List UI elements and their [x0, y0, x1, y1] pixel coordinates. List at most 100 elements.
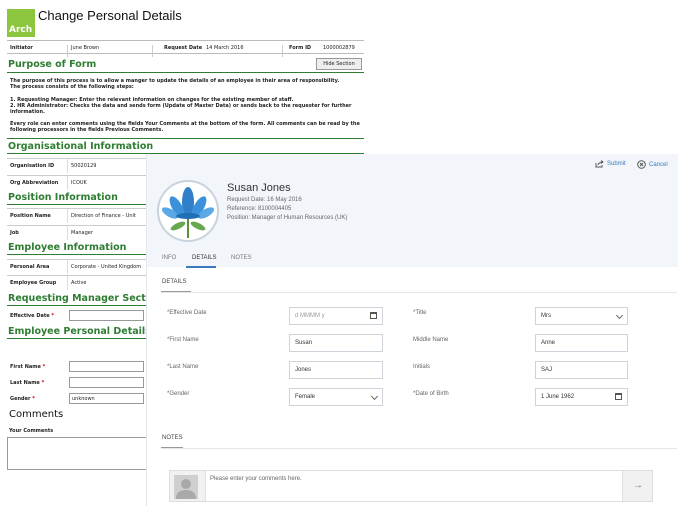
header-divider — [67, 45, 68, 57]
last-name-label: *Last Name — [167, 364, 198, 370]
requesting-manager-title: Requesting Manager Section — [8, 293, 163, 304]
org-id-label: Organisation ID — [10, 163, 55, 169]
row-divider — [67, 209, 68, 223]
request-date-label: Request Date — [164, 45, 203, 51]
gender-select-legacy[interactable]: unknown — [69, 393, 144, 404]
gender-label-text: Gender — [10, 396, 31, 402]
tab-info[interactable]: INFO — [162, 255, 176, 261]
title-label-text: Title — [415, 310, 427, 316]
employee-group-row: Employee Group Active — [7, 275, 147, 290]
initiator-value: June Brown — [71, 45, 100, 51]
request-date-value: 14 March 2016 — [206, 45, 244, 51]
comments-title: Comments — [9, 409, 64, 420]
your-comments-label: Your Comments — [9, 428, 54, 434]
dob-label: *Date of Birth — [413, 391, 449, 397]
section-rule — [7, 138, 364, 139]
first-name-input-legacy[interactable] — [69, 361, 144, 372]
org-id-value: 50020129 — [71, 163, 97, 169]
required-mark: * — [41, 380, 45, 386]
header-divider — [282, 45, 283, 57]
initiator-label: Initiator — [10, 45, 33, 51]
employee-info-title: Employee Information — [8, 242, 127, 253]
section-rule — [161, 448, 677, 449]
personal-area-row: Personal Area Corporate - United Kingdom — [7, 259, 147, 274]
tab-details[interactable]: DETAILS — [192, 255, 217, 261]
position-name-value: Direction of Finance - Unit — [71, 213, 136, 219]
required-mark: * — [32, 396, 35, 402]
employee-name: Susan Jones — [227, 182, 291, 194]
cancel-label: Cancel — [649, 161, 668, 168]
last-name-label-text: Last Name — [10, 380, 40, 386]
gender-label-text: Gender — [169, 391, 190, 397]
first-name-input[interactable]: Susan — [289, 334, 383, 352]
employee-group-value: Active — [71, 280, 87, 286]
arch-logo: Arch — [7, 9, 35, 37]
calendar-icon[interactable] — [615, 393, 622, 400]
gender-value: Female — [295, 394, 316, 400]
user-avatar-icon — [174, 475, 198, 499]
position: Position: Manager of Human Resources (UK… — [227, 215, 348, 221]
your-comments-textarea[interactable] — [7, 437, 147, 470]
job-label: Job — [10, 230, 19, 236]
request-date: Request Date: 16 May 2016 — [227, 197, 302, 203]
first-name-label-text: First Name — [10, 364, 41, 370]
avatar — [157, 180, 219, 242]
row-divider — [67, 276, 68, 290]
position-name-row: Position Name Direction of Finance - Uni… — [7, 208, 147, 223]
last-name-input[interactable]: Jones — [289, 361, 383, 379]
purpose-title: Purpose of Form — [8, 59, 97, 70]
org-abbr-row: Org Abbreviation ICOUK — [7, 175, 147, 190]
required-mark: * — [42, 364, 46, 370]
initials-input[interactable]: SAJ — [535, 361, 628, 379]
org-title: Organisational Information — [8, 141, 154, 152]
tab-notes[interactable]: NOTES — [231, 255, 252, 261]
org-abbr-value: ICOUK — [71, 180, 87, 186]
section-rule — [161, 292, 677, 293]
calendar-icon[interactable] — [370, 312, 377, 319]
submit-label: Submit — [607, 161, 626, 167]
last-name-label-legacy: Last Name * — [10, 380, 44, 386]
active-tab-indicator — [186, 266, 216, 268]
send-arrow-icon[interactable]: → — [628, 479, 648, 493]
title-label: *Title — [413, 310, 426, 316]
effective-date-label-text: Effective Date — [10, 313, 50, 319]
last-name-input-legacy[interactable] — [69, 377, 144, 388]
form-title: Change Personal Details — [38, 8, 182, 23]
row-divider — [67, 159, 68, 173]
required-mark: * — [51, 313, 54, 319]
header-divider — [152, 45, 153, 57]
employee-detail-panel: Susan Jones Request Date: 16 May 2016 Re… — [146, 154, 678, 506]
person-icon — [176, 479, 196, 499]
personal-details-title: Employee Personal Details — [8, 326, 151, 337]
details-section-title: DETAILS — [162, 279, 187, 285]
job-row: Job Manager — [7, 225, 147, 240]
submit-button[interactable]: Submit — [595, 160, 626, 168]
first-name-label-text: First Name — [169, 337, 199, 343]
dob-value: 1 June 1962 — [541, 394, 575, 400]
middle-name-input[interactable]: Anne — [535, 334, 628, 352]
form-id-value: 1000002879 — [323, 45, 355, 51]
effective-date-input[interactable]: d MMMM y — [289, 307, 383, 325]
comment-input[interactable]: Please enter your comments here. — [205, 471, 623, 501]
gender-select[interactable]: Female — [289, 388, 383, 406]
title-select[interactable]: Mrs — [535, 307, 628, 325]
row-divider — [67, 176, 68, 190]
effective-date-label-text: Effective Date — [169, 310, 207, 316]
cancel-button[interactable]: Cancel — [637, 160, 668, 169]
first-name-label: *First Name — [167, 337, 199, 343]
effective-date-input-legacy[interactable] — [69, 310, 144, 321]
last-name-label-text: Last Name — [169, 364, 199, 370]
hide-section-button[interactable]: Hide Section — [316, 58, 362, 70]
gender-label: *Gender — [167, 391, 189, 397]
comment-bar: Please enter your comments here. → — [169, 470, 653, 502]
first-name-label-legacy: First Name * — [10, 364, 45, 370]
section-rule — [7, 72, 364, 73]
purpose-text-2: The process consists of the following st… — [10, 84, 134, 90]
logo-text: Arch — [9, 25, 33, 35]
initials-label: Initials — [413, 364, 431, 370]
lotus-flower-icon — [161, 187, 215, 238]
gender-label-legacy: Gender * — [10, 396, 35, 402]
dob-input[interactable]: 1 June 1962 — [535, 388, 628, 406]
reference: Reference: 8100004405 — [227, 206, 292, 212]
purpose-step-2: 2. HR Administrator: Checks the data and… — [10, 103, 352, 115]
